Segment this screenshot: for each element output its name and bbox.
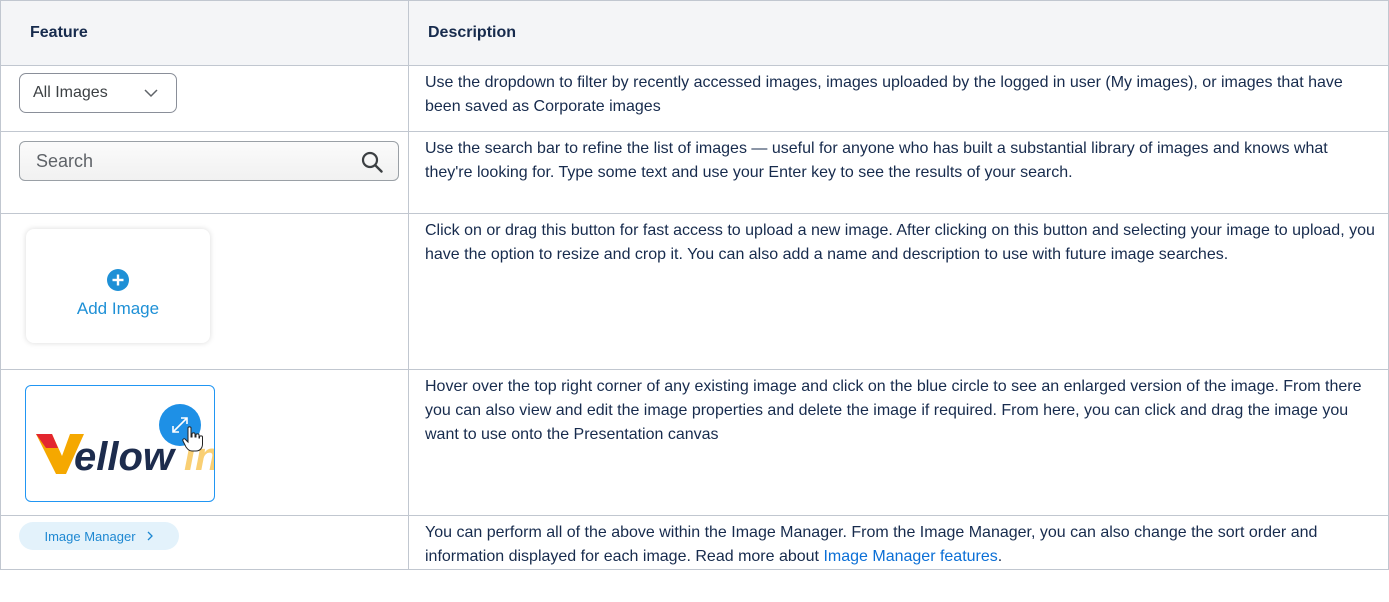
feature-cell: Image Manager bbox=[0, 515, 409, 570]
description-cell: Click on or drag this button for fast ac… bbox=[408, 213, 1389, 370]
table-row: Add Image Click on or drag this button f… bbox=[0, 213, 1389, 370]
all-images-dropdown[interactable]: All Images bbox=[19, 73, 177, 113]
search-input[interactable] bbox=[34, 149, 338, 173]
chevron-right-icon bbox=[147, 531, 153, 541]
table-header-row: Feature Description bbox=[0, 0, 1389, 66]
dropdown-label: All Images bbox=[33, 84, 108, 101]
description-cell: Use the search bar to refine the list of… bbox=[408, 131, 1389, 214]
image-manager-features-link[interactable]: Image Manager features bbox=[823, 548, 997, 565]
description-cell: Use the dropdown to filter by recently a… bbox=[408, 65, 1389, 132]
table-row: Image Manager You can perform all of the… bbox=[0, 515, 1389, 570]
add-image-label: Add Image bbox=[76, 299, 160, 318]
search-bar[interactable] bbox=[19, 141, 399, 181]
chevron-down-icon bbox=[144, 89, 158, 98]
feature-cell: All Images bbox=[0, 65, 409, 132]
table-row: Use the search bar to refine the list of… bbox=[0, 131, 1389, 214]
image-manager-button[interactable]: Image Manager bbox=[19, 522, 179, 550]
header-feature: Feature bbox=[0, 0, 409, 66]
hand-cursor-icon bbox=[182, 426, 203, 452]
feature-cell: ellow in bbox=[0, 369, 409, 516]
feature-table: Feature Description All Images Use the d… bbox=[0, 0, 1389, 570]
add-image-button[interactable]: Add Image bbox=[26, 229, 210, 343]
feature-cell bbox=[0, 131, 409, 214]
image-manager-label: Image Manager bbox=[44, 528, 136, 544]
description-cell: Hover over the top right corner of any e… bbox=[408, 369, 1389, 516]
image-tile[interactable]: ellow in bbox=[25, 385, 215, 502]
description-cell: You can perform all of the above within … bbox=[408, 515, 1389, 570]
description-suffix: . bbox=[997, 548, 1003, 565]
table-row: ellow in Hover over the top right corner… bbox=[0, 369, 1389, 516]
table-row: All Images Use the dropdown to filter by… bbox=[0, 65, 1389, 132]
feature-cell: Add Image bbox=[0, 213, 409, 370]
header-description: Description bbox=[408, 0, 1389, 66]
plus-circle-icon bbox=[107, 269, 129, 291]
search-icon[interactable] bbox=[360, 150, 384, 174]
